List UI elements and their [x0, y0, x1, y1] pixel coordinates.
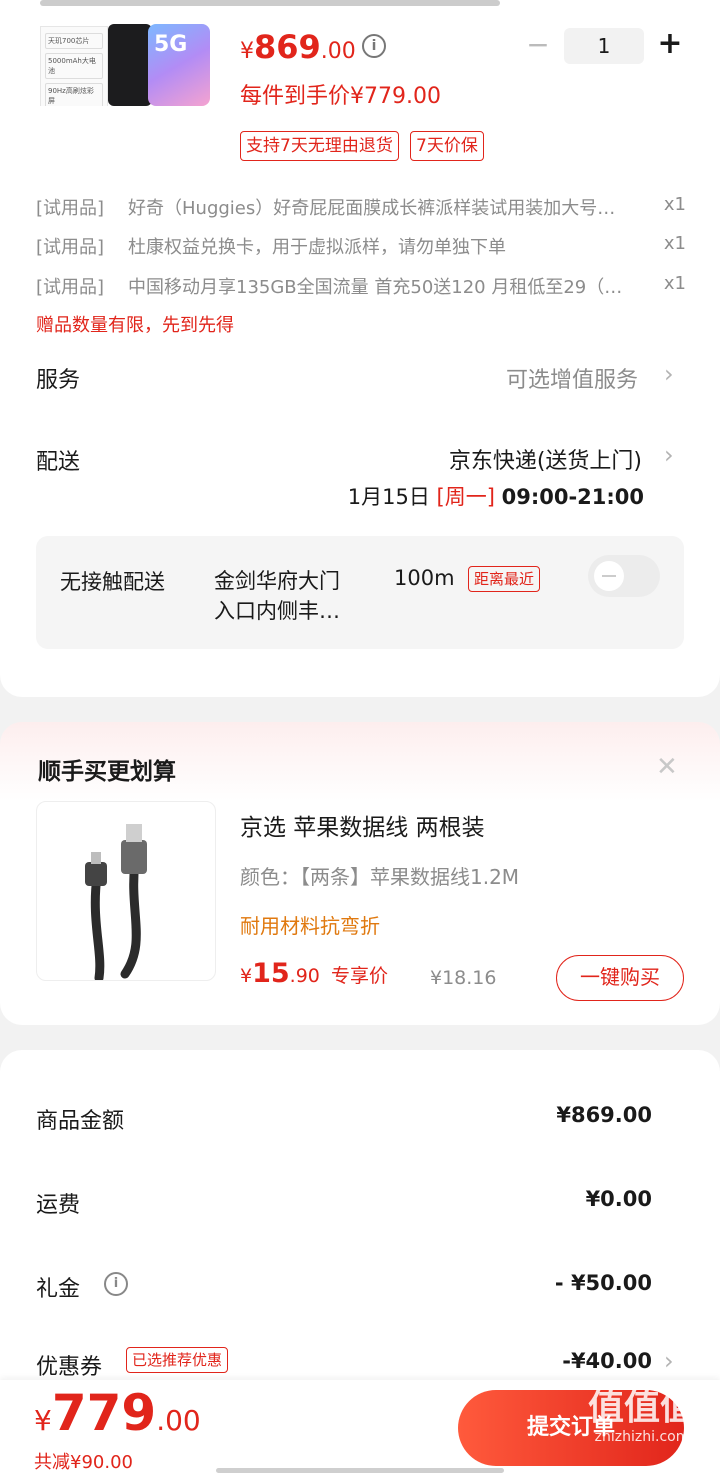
- place-line: 金剑华府大门: [214, 569, 340, 593]
- nearest-badge: 距离最近: [468, 566, 541, 592]
- product-spec-sheet: 天玑700芯片 5000mAh大电池 90Hz高刷炫彩屏: [40, 26, 108, 106]
- watermark: 值值值 zhizhizhi.com: [572, 1388, 712, 1446]
- unit-price-label: 每件到手价¥779.00: [240, 84, 441, 109]
- contactless-distance: 100m: [394, 566, 455, 590]
- contactless-box: 无接触配送 金剑华府大门 入口内侧丰… 100m 距离最近: [36, 536, 684, 649]
- chevron-right-icon[interactable]: ›: [664, 441, 674, 469]
- one-click-buy-button[interactable]: 一键购买: [556, 955, 684, 1001]
- price-symbol: ¥: [240, 965, 253, 987]
- summary-value: ¥0.00: [585, 1187, 652, 1211]
- total-price: ¥779.00: [34, 1384, 201, 1442]
- upsell-card: 顺手买更划算 ✕ 京选 苹果数据线 两根装 颜色：【两条】苹果数据线1.2M 耐…: [0, 722, 720, 1025]
- summary-value: ¥869.00: [556, 1103, 652, 1127]
- contactless-toggle[interactable]: [588, 555, 660, 597]
- watermark-url: zhizhizhi.com: [594, 1429, 690, 1445]
- qty-plus-button[interactable]: +: [656, 26, 684, 61]
- tag-return-policy: 支持7天无理由退货: [240, 131, 399, 161]
- summary-label: 运费: [36, 1193, 81, 1218]
- upsell-spec[interactable]: 颜色：【两条】苹果数据线1.2M: [240, 861, 519, 890]
- contactless-place: 金剑华府大门 入口内侧丰…: [214, 566, 340, 626]
- summary-label: 优惠券: [36, 1355, 103, 1380]
- product-image[interactable]: 天玑700芯片 5000mAh大电池 90Hz高刷炫彩屏 5G: [38, 10, 210, 106]
- gift-name: 好奇（Huggies）好奇屁屁面膜成长裤派样装试用装加大号…: [128, 198, 616, 219]
- spec-line: 90Hz高刷炫彩屏: [45, 83, 103, 106]
- delivery-label: 配送: [36, 450, 81, 475]
- order-card: 天玑700芯片 5000mAh大电池 90Hz高刷炫彩屏 5G ¥869.00 …: [0, 0, 720, 697]
- upsell-name[interactable]: 京选 苹果数据线 两根装: [240, 808, 485, 842]
- gift-row: [试用品] 杜康权益兑换卡，用于虚拟派样，请勿单独下单 x1: [36, 233, 686, 263]
- gift-name: 中国移动月享135GB全国流量 首充50送120 月租低至29（…: [128, 277, 623, 298]
- price-int: 869: [254, 28, 321, 66]
- qty-minus-button[interactable]: −: [526, 28, 550, 61]
- gift-row: [试用品] 中国移动月享135GB全国流量 首充50送120 月租低至29（… …: [36, 273, 686, 303]
- upsell-title: 顺手买更划算: [38, 759, 176, 785]
- gift-qty: x1: [663, 194, 686, 215]
- chevron-right-icon[interactable]: ›: [664, 1347, 674, 1375]
- product-price: ¥869.00: [240, 28, 356, 66]
- price-int: 15: [252, 958, 290, 989]
- delivery-weekday: [周一]: [436, 485, 495, 509]
- summary-value: - ¥50.00: [554, 1271, 652, 1295]
- total-saved: 共减¥90.00: [34, 1452, 133, 1473]
- gift-kind: [试用品]: [36, 237, 105, 258]
- summary-label: 商品金额: [36, 1109, 125, 1134]
- place-line: 入口内侧丰…: [214, 599, 340, 623]
- gift-notice: 赠品数量有限，先到先得: [36, 315, 234, 336]
- phone-screen: 5G: [148, 24, 210, 106]
- price-dec: .00: [156, 1404, 201, 1437]
- price-symbol: ¥: [34, 1404, 52, 1437]
- summary-value[interactable]: -¥40.00: [562, 1349, 652, 1373]
- qty-input[interactable]: 1: [564, 28, 644, 64]
- upsell-orig-price: ¥18.16: [430, 967, 497, 989]
- delivery-time[interactable]: 1月15日 [周一] 09:00-21:00: [348, 481, 644, 511]
- checkout-bar: ¥779.00 共减¥90.00 提交订单 值值值 zhizhizhi.com: [0, 1380, 720, 1476]
- spec-line: 5000mAh大电池: [45, 53, 103, 79]
- info-icon[interactable]: i: [104, 1272, 128, 1296]
- gift-kind: [试用品]: [36, 277, 105, 298]
- gift-row: [试用品] 好奇（Huggies）好奇屁屁面膜成长裤派样装试用装加大号… x1: [36, 194, 686, 224]
- service-value[interactable]: 可选增值服务: [506, 362, 638, 394]
- chevron-right-icon[interactable]: ›: [664, 360, 674, 388]
- delivery-method[interactable]: 京东快递(送货上门): [449, 443, 642, 475]
- gift-qty: x1: [663, 273, 686, 294]
- close-icon[interactable]: ✕: [656, 752, 678, 782]
- spec-line: 天玑700芯片: [45, 33, 103, 49]
- price-dec: .90: [289, 965, 320, 987]
- toggle-knob: [594, 561, 624, 591]
- price-symbol: ¥: [240, 39, 254, 64]
- summary-label: 礼金: [36, 1277, 81, 1302]
- contactless-label: 无接触配送: [60, 570, 165, 594]
- upsell-price: ¥15.90 专享价: [240, 958, 388, 989]
- header-remnant: [40, 0, 500, 6]
- gift-kind: [试用品]: [36, 198, 105, 219]
- info-icon[interactable]: i: [362, 34, 386, 58]
- upsell-image[interactable]: [36, 801, 216, 981]
- cable-icon: [85, 824, 147, 980]
- price-int: 779: [51, 1384, 157, 1442]
- price-label: 专享价: [330, 965, 388, 987]
- service-label: 服务: [36, 368, 81, 393]
- delivery-hours: 09:00-21:00: [501, 485, 644, 509]
- gift-qty: x1: [663, 233, 686, 254]
- badge-5g: 5G: [154, 32, 188, 57]
- price-dec: .00: [320, 39, 356, 64]
- phone-back: [108, 24, 152, 106]
- upsell-feature: 耐用材料抗弯折: [240, 914, 380, 938]
- home-indicator: [216, 1468, 504, 1473]
- tag-price-protect: 7天价保: [410, 131, 484, 161]
- watermark-logo: 值值值: [587, 1387, 696, 1428]
- coupon-tag: 已选推荐优惠: [126, 1347, 229, 1373]
- delivery-date: 1月15日: [347, 485, 430, 509]
- gift-name: 杜康权益兑换卡，用于虚拟派样，请勿单独下单: [128, 237, 506, 258]
